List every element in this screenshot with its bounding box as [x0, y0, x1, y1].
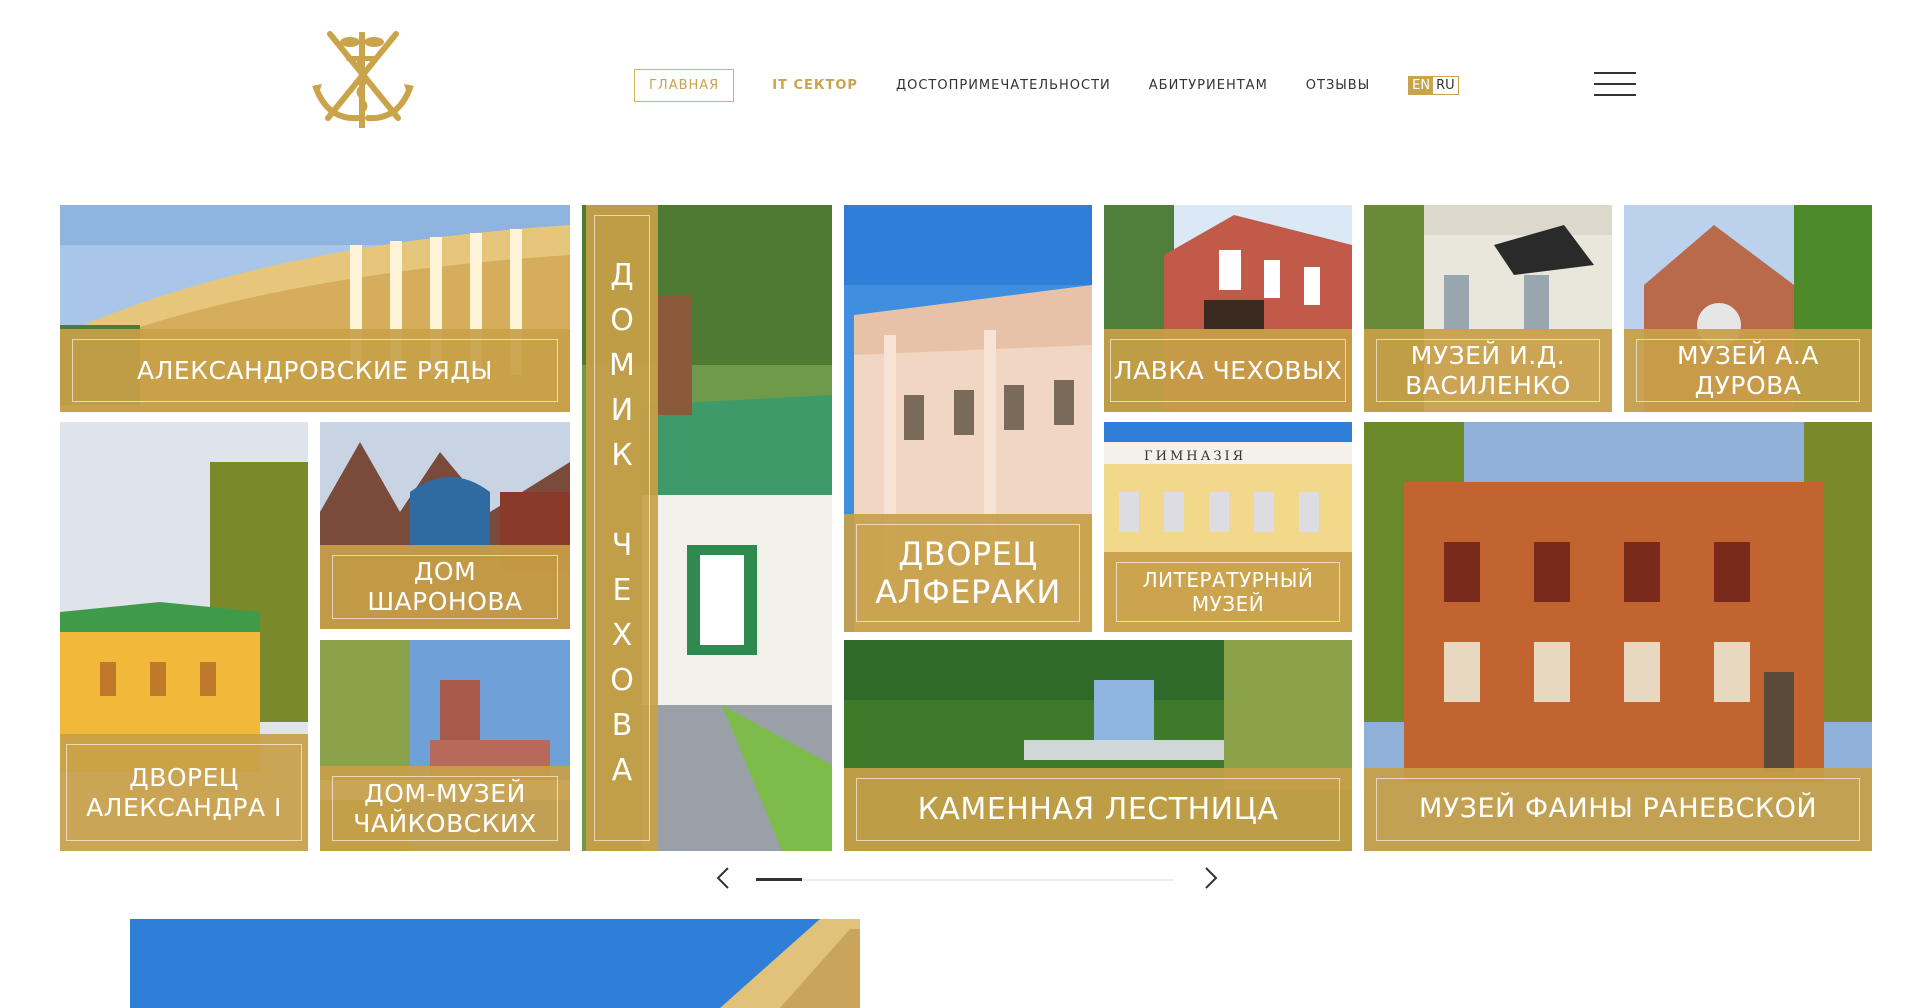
tile-caption: КАМЕННАЯ ЛЕСТНИЦА: [844, 768, 1352, 851]
carousel-next-button[interactable]: [1196, 864, 1224, 892]
tile-title: ДВОРЕЦ АЛЕКСАНДРА I: [66, 744, 302, 841]
tile-caption: АЛЕКСАНДРОВСКИЕ РЯДЫ: [60, 329, 570, 412]
tile-title: МУЗЕЙ ФАИНЫ РАНЕВСКОЙ: [1376, 778, 1860, 841]
chevron-left-icon: [716, 867, 729, 889]
tile-title: АЛЕКСАНДРОВСКИЕ РЯДЫ: [72, 339, 558, 402]
tile-caption: ДОМ ШАРОНОВА: [320, 545, 570, 629]
tile-dom-sharonova[interactable]: ДОМ ШАРОНОВА: [320, 422, 570, 629]
tile-dvorets-aleksandra[interactable]: ДВОРЕЦ АЛЕКСАНДРА I: [60, 422, 308, 851]
tile-aleksandrovskie-ryady[interactable]: АЛЕКСАНДРОВСКИЕ РЯДЫ: [60, 205, 570, 412]
tile-caption: МУЗЕЙ И.Д. ВАСИЛЕНКО: [1364, 329, 1612, 412]
tile-muzei-vasilenko[interactable]: МУЗЕЙ И.Д. ВАСИЛЕНКО: [1364, 205, 1612, 412]
tile-title: КАМЕННАЯ ЛЕСТНИЦА: [856, 778, 1340, 841]
chevron-right-icon: [1205, 867, 1218, 889]
tile-kamennaya-lestnitsa[interactable]: КАМЕННАЯ ЛЕСТНИЦА: [844, 640, 1352, 851]
tile-domik-chekhova[interactable]: ДОМИК ЧЕХОВА: [582, 205, 832, 851]
tile-dvorets-alferaki[interactable]: ДВОРЕЦ АЛФЕРАКИ: [844, 205, 1092, 632]
nav-item-reviews[interactable]: ОТЗЫВЫ: [1306, 78, 1370, 93]
tile-caption: ЛИТЕРАТУРНЫЙ МУЗЕЙ: [1104, 552, 1352, 632]
hamburger-menu-icon[interactable]: [1594, 72, 1636, 98]
nav-item-applicants[interactable]: АБИТУРИЕНТАМ: [1149, 78, 1268, 93]
gimnazia-sign: ГИМНАЗIЯ: [1144, 449, 1246, 464]
nav-item-it-sector[interactable]: IT СЕКТОР: [772, 78, 858, 93]
anchor-hermes-logo-icon: [312, 31, 414, 128]
tile-muzei-durova[interactable]: МУЗЕЙ А.А ДУРОВА: [1624, 205, 1872, 412]
section-photo: [130, 919, 860, 1008]
tile-caption: ДОМ-МУЗЕЙ ЧАЙКОВСКИХ: [320, 766, 570, 851]
tile-caption: ДВОРЕЦ АЛЕКСАНДРА I: [60, 734, 308, 851]
lang-en-button[interactable]: EN: [1409, 76, 1434, 94]
tile-title: ДОМ ШАРОНОВА: [332, 555, 558, 619]
nav-item-home[interactable]: ГЛАВНАЯ: [634, 68, 735, 102]
tile-title: ЛАВКА ЧЕХОВЫХ: [1110, 339, 1346, 402]
tile-title: ЛИТЕРАТУРНЫЙ МУЗЕЙ: [1116, 562, 1340, 622]
lang-ru-button[interactable]: RU: [1433, 77, 1458, 94]
tile-caption: МУЗЕЙ ФАИНЫ РАНЕВСКОЙ: [1364, 768, 1872, 851]
language-switcher: EN RU: [1408, 75, 1459, 95]
tile-dom-muzei-chaikovskikh[interactable]: ДОМ-МУЗЕЙ ЧАЙКОВСКИХ: [320, 640, 570, 851]
tile-title: ДВОРЕЦ АЛФЕРАКИ: [856, 524, 1080, 622]
tile-title: ДОМИК ЧЕХОВА: [594, 215, 650, 841]
tile-muzei-ranevskoi[interactable]: МУЗЕЙ ФАИНЫ РАНЕВСКОЙ: [1364, 422, 1872, 851]
tile-caption: ДВОРЕЦ АЛФЕРАКИ: [844, 514, 1092, 632]
tile-title: МУЗЕЙ А.А ДУРОВА: [1636, 339, 1860, 402]
tile-caption: ЛАВКА ЧЕХОВЫХ: [1104, 329, 1352, 412]
tile-lavka-chekhovykh[interactable]: ЛАВКА ЧЕХОВЫХ: [1104, 205, 1352, 412]
tile-caption: МУЗЕЙ А.А ДУРОВА: [1624, 329, 1872, 412]
tile-caption: ДОМИК ЧЕХОВА: [586, 205, 658, 851]
carousel-progress: [756, 878, 1174, 881]
main-nav: ГЛАВНАЯ IT СЕКТОР ДОСТОПРИМЕЧАТЕЛЬНОСТИ …: [634, 68, 1459, 102]
tile-literaturnyi-muzei[interactable]: ГИМНАЗIЯ ЛИТЕРАТУРНЫЙ МУЗЕЙ: [1104, 422, 1352, 632]
carousel-progress-fill: [756, 878, 802, 881]
site-logo[interactable]: [308, 28, 418, 130]
nav-item-sights[interactable]: ДОСТОПРИМЕЧАТЕЛЬНОСТИ: [896, 78, 1111, 93]
carousel-prev-button[interactable]: [710, 864, 738, 892]
tile-title: МУЗЕЙ И.Д. ВАСИЛЕНКО: [1376, 339, 1600, 402]
tile-title: ДОМ-МУЗЕЙ ЧАЙКОВСКИХ: [332, 776, 558, 841]
